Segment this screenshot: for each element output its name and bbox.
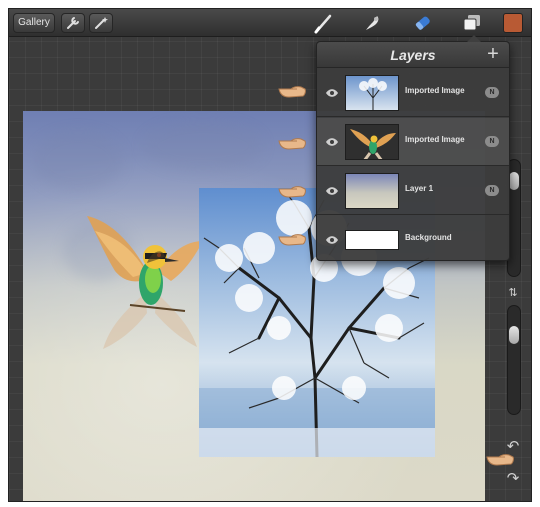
pointing-hand-icon [278, 138, 306, 150]
wrench-icon[interactable] [61, 13, 85, 33]
layer-thumbnail [345, 173, 399, 209]
layer-thumbnail [345, 230, 399, 250]
eye-icon[interactable] [325, 185, 339, 197]
bird-image [87, 216, 203, 349]
layers-panel: Layers + Imported Image N Imported Image… [316, 35, 510, 264]
layers-icon[interactable] [461, 12, 483, 34]
layer-name: Imported Image [405, 86, 465, 95]
smudge-icon[interactable] [361, 12, 383, 34]
eye-icon[interactable] [325, 234, 339, 246]
blend-mode-badge[interactable]: N [485, 87, 499, 98]
layer-row[interactable]: Background [317, 216, 509, 264]
swap-icon[interactable]: ⇅ [505, 285, 521, 301]
layers-panel-title: Layers [390, 47, 436, 63]
blend-mode-badge[interactable]: N [485, 185, 499, 196]
opacity-slider[interactable] [507, 305, 521, 415]
layer-name: Imported Image [405, 135, 465, 144]
layer-row[interactable]: Imported Image N [317, 118, 509, 166]
gallery-button[interactable]: Gallery [13, 13, 55, 33]
color-swatch[interactable] [503, 13, 523, 33]
layer-row[interactable]: Layer 1 N [317, 167, 509, 215]
pointing-hand-icon [278, 234, 306, 246]
blend-mode-badge[interactable]: N [485, 136, 499, 147]
eraser-icon[interactable] [412, 12, 434, 34]
layer-name: Background [405, 233, 452, 242]
eye-icon[interactable] [325, 136, 339, 148]
layer-thumbnail [345, 75, 399, 111]
pointing-hand-icon [486, 454, 514, 466]
brush-icon[interactable] [313, 12, 335, 34]
eye-icon[interactable] [325, 87, 339, 99]
top-toolbar: Gallery [9, 9, 531, 37]
layer-name: Layer 1 [405, 184, 434, 193]
opacity-handle[interactable] [509, 326, 519, 344]
layers-panel-header: Layers + [317, 42, 509, 68]
brush-size-handle[interactable] [509, 172, 519, 190]
layer-row[interactable]: Imported Image N [317, 69, 509, 117]
procreate-app: Gallery ⇅ ↶ ↷ Layers + Imported Image N … [8, 8, 532, 502]
redo-icon[interactable]: ↷ [505, 471, 521, 487]
layer-thumbnail [345, 124, 399, 160]
pointing-hand-icon [278, 186, 306, 198]
magic-wand-icon[interactable] [89, 13, 113, 33]
add-layer-button[interactable]: + [483, 44, 503, 64]
pointing-hand-icon [278, 86, 306, 98]
panel-caret [467, 35, 481, 42]
